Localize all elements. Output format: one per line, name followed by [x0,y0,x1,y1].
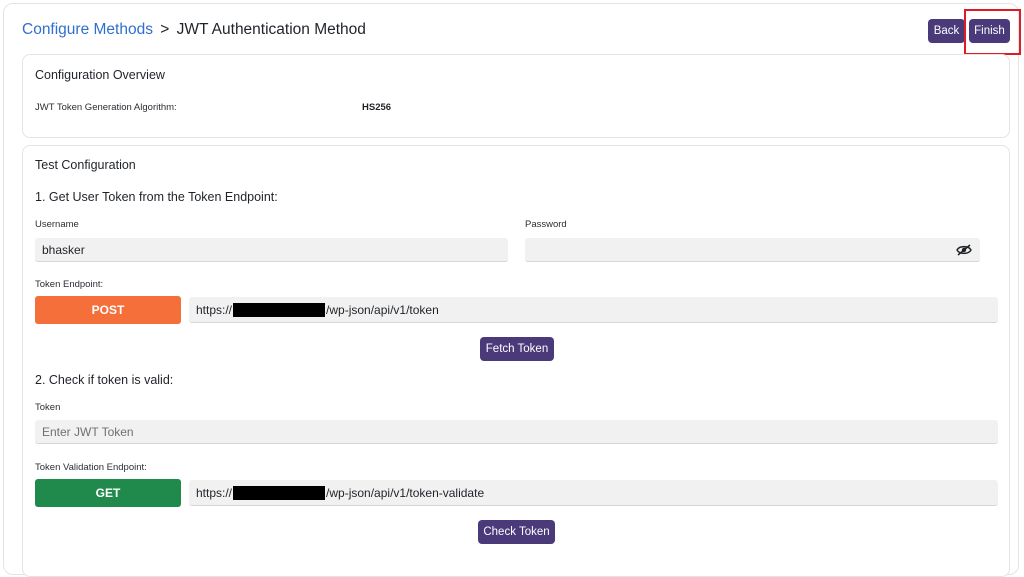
back-button[interactable]: Back [928,19,965,43]
breadcrumb-separator: > [160,21,170,38]
step1-heading: 1. Get User Token from the Token Endpoin… [35,190,278,204]
page-title: Configure Methods > JWT Authentication M… [22,21,366,39]
test-title: Test Configuration [35,158,136,172]
username-label: Username [35,219,79,230]
username-input[interactable]: bhasker [35,238,508,262]
token-url-suffix: /wp-json/api/v1/token [326,302,439,317]
validate-url-suffix: /wp-json/api/v1/token-validate [326,485,485,500]
page-frame: Configure Methods > JWT Authentication M… [3,3,1021,577]
test-configuration-card: Test Configuration 1. Get User Token fro… [22,145,1010,577]
fetch-token-button[interactable]: Fetch Token [480,337,554,361]
step2-heading: 2. Check if token is valid: [35,373,174,387]
redacted-domain [233,485,326,500]
validate-url-prefix: https:// [196,485,233,500]
breadcrumb-current: JWT Authentication Method [176,21,366,38]
check-token-button[interactable]: Check Token [478,520,555,544]
eye-slash-icon[interactable] [956,244,972,256]
redacted-domain [233,302,326,317]
breadcrumb-configure-methods-link[interactable]: Configure Methods [22,21,153,38]
token-endpoint-label: Token Endpoint: [35,279,104,290]
token-endpoint-url-field[interactable]: https:// /wp-json/api/v1/token [189,297,998,323]
username-value: bhasker [42,242,85,257]
algorithm-label: JWT Token Generation Algorithm: [35,102,177,113]
algorithm-value: HS256 [362,102,392,113]
validation-endpoint-url-field[interactable]: https:// /wp-json/api/v1/token-validate [189,480,998,506]
configuration-overview-card: Configuration Overview JWT Token Generat… [22,54,1010,138]
post-method-button[interactable]: POST [35,296,181,324]
token-input[interactable]: Enter JWT Token [35,420,998,444]
token-url-prefix: https:// [196,302,233,317]
finish-button[interactable]: Finish [969,19,1010,43]
token-label: Token [35,402,61,413]
overview-title: Configuration Overview [35,68,165,82]
password-input[interactable] [525,238,980,262]
validation-endpoint-label: Token Validation Endpoint: [35,462,147,473]
get-method-button[interactable]: GET [35,479,181,507]
token-placeholder: Enter JWT Token [42,424,134,439]
password-label: Password [525,219,567,230]
